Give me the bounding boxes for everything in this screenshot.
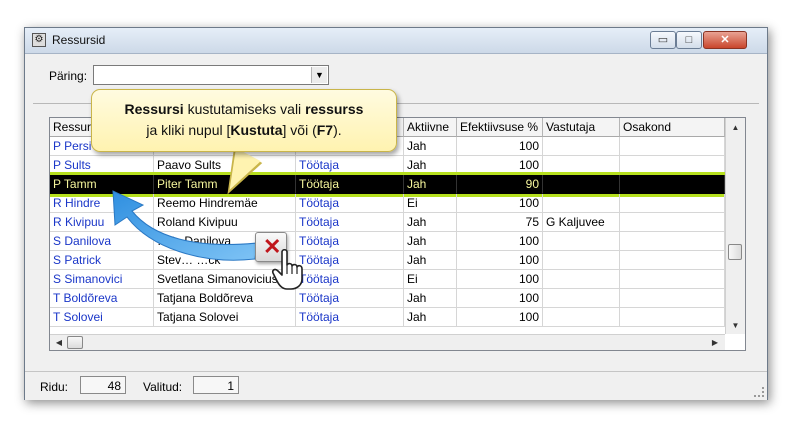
cell-responsible[interactable] (543, 137, 620, 156)
cell-department[interactable] (620, 270, 725, 289)
vertical-scrollbar[interactable]: ▲ ▼ (725, 118, 745, 334)
col-header-active[interactable]: Aktiivne (404, 118, 457, 137)
help-callout: Ressursi kustutamiseks vali ressurss ja … (91, 89, 397, 152)
cell-resource[interactable]: T Solovei (50, 308, 154, 327)
callout-line-1: Ressursi kustutamiseks vali ressurss (124, 101, 364, 117)
cell-efficiency[interactable]: 100 (457, 194, 543, 213)
cell-department[interactable] (620, 251, 725, 270)
cell-name[interactable]: Tatjana Boldõreva (154, 289, 296, 308)
col-header-efficiency[interactable]: Efektiivsuse % (457, 118, 543, 137)
table-row[interactable]: S Simanovici Svetlana Simanovicius Tööta… (50, 270, 725, 289)
cell-responsible[interactable]: G Kaljuvee (543, 213, 620, 232)
maximize-button[interactable]: □ (676, 31, 702, 49)
query-label: Päring: (49, 69, 88, 83)
cell-type[interactable]: Töötaja (296, 270, 404, 289)
scroll-left-icon[interactable]: ◀ (51, 335, 67, 350)
col-header-responsible[interactable]: Vastutaja (543, 118, 620, 137)
cell-type[interactable]: Töötaja (296, 194, 404, 213)
cell-responsible[interactable] (543, 270, 620, 289)
cell-active[interactable]: Jah (404, 156, 457, 175)
cell-department[interactable] (620, 213, 725, 232)
cell-efficiency[interactable]: 100 (457, 270, 543, 289)
cell-type[interactable]: Töötaja (296, 213, 404, 232)
close-button[interactable]: ✕ (703, 31, 747, 49)
cell-type[interactable]: Töötaja (296, 251, 404, 270)
cell-responsible[interactable] (543, 308, 620, 327)
cell-efficiency[interactable]: 100 (457, 137, 543, 156)
status-bar: Ridu: 48 Valitud: 1 (25, 371, 767, 400)
table-row[interactable]: T Boldõreva Tatjana Boldõreva Töötaja Ja… (50, 289, 725, 308)
cell-efficiency[interactable]: 100 (457, 289, 543, 308)
scroll-right-icon[interactable]: ▶ (707, 335, 723, 350)
cell-type[interactable]: Töötaja (296, 175, 404, 194)
cell-name[interactable]: Tatjana Solovei (154, 308, 296, 327)
selected-count-value: 1 (193, 376, 239, 394)
annotation-arrow-icon (112, 190, 258, 261)
cell-active[interactable]: Jah (404, 308, 457, 327)
cell-efficiency[interactable]: 90 (457, 175, 543, 194)
cell-efficiency[interactable]: 75 (457, 213, 543, 232)
selected-count-label: Valitud: (143, 380, 183, 394)
table-row[interactable]: T Solovei Tatjana Solovei Töötaja Jah 10… (50, 308, 725, 327)
title-bar[interactable]: ⚙ Ressursid ▭ □ ✕ (25, 28, 767, 54)
cell-resource[interactable]: P Sults (50, 156, 154, 175)
cell-responsible[interactable] (543, 194, 620, 213)
cell-active[interactable]: Jah (404, 232, 457, 251)
cell-type[interactable]: Töötaja (296, 308, 404, 327)
scroll-up-icon[interactable]: ▲ (726, 119, 745, 136)
cell-department[interactable] (620, 232, 725, 251)
rows-count-label: Ridu: (40, 380, 69, 394)
cell-active[interactable]: Jah (404, 137, 457, 156)
callout-line-2: ja kliki nupul [Kustuta] või (F7). (146, 122, 342, 138)
cell-department[interactable] (620, 156, 725, 175)
cell-efficiency[interactable]: 100 (457, 251, 543, 270)
cell-type[interactable]: Töötaja (296, 232, 404, 251)
col-header-department[interactable]: Osakond (620, 118, 725, 137)
app-gear-icon: ⚙ (32, 33, 46, 47)
cell-resource[interactable]: T Boldõreva (50, 289, 154, 308)
vertical-scroll-thumb[interactable] (728, 244, 742, 260)
cell-type[interactable]: Töötaja (296, 289, 404, 308)
cell-active[interactable]: Jah (404, 251, 457, 270)
cell-type[interactable]: Töötaja (296, 156, 404, 175)
cell-responsible[interactable] (543, 251, 620, 270)
window-title: Ressursid (52, 33, 106, 47)
horizontal-scroll-thumb[interactable] (67, 336, 83, 349)
cell-responsible[interactable] (543, 289, 620, 308)
cell-active[interactable]: Jah (404, 213, 457, 232)
minimize-button[interactable]: ▭ (650, 31, 676, 49)
chevron-down-icon[interactable]: ▼ (311, 67, 327, 83)
query-dropdown[interactable]: ▼ (93, 65, 329, 85)
table-row[interactable]: P Sults Paavo Sults Töötaja Jah 100 (50, 156, 725, 175)
cell-active[interactable]: Jah (404, 175, 457, 194)
cell-responsible[interactable] (543, 232, 620, 251)
cell-department[interactable] (620, 137, 725, 156)
cell-efficiency[interactable]: 100 (457, 156, 543, 175)
scroll-down-icon[interactable]: ▼ (726, 317, 745, 334)
cell-department[interactable] (620, 289, 725, 308)
rows-count-value: 48 (80, 376, 126, 394)
cell-resource[interactable]: S Simanovici (50, 270, 154, 289)
hand-pointer-icon (272, 248, 303, 290)
cell-responsible[interactable] (543, 156, 620, 175)
cell-responsible[interactable] (543, 175, 620, 194)
horizontal-scrollbar[interactable]: ◀ ▶ (50, 334, 725, 350)
cell-active[interactable]: Ei (404, 194, 457, 213)
resize-grip-icon[interactable] (754, 387, 764, 397)
cell-department[interactable] (620, 194, 725, 213)
cell-department[interactable] (620, 308, 725, 327)
cell-efficiency[interactable]: 100 (457, 308, 543, 327)
cell-efficiency[interactable]: 100 (457, 232, 543, 251)
cell-active[interactable]: Ei (404, 270, 457, 289)
cell-department[interactable] (620, 175, 725, 194)
cell-active[interactable]: Jah (404, 289, 457, 308)
